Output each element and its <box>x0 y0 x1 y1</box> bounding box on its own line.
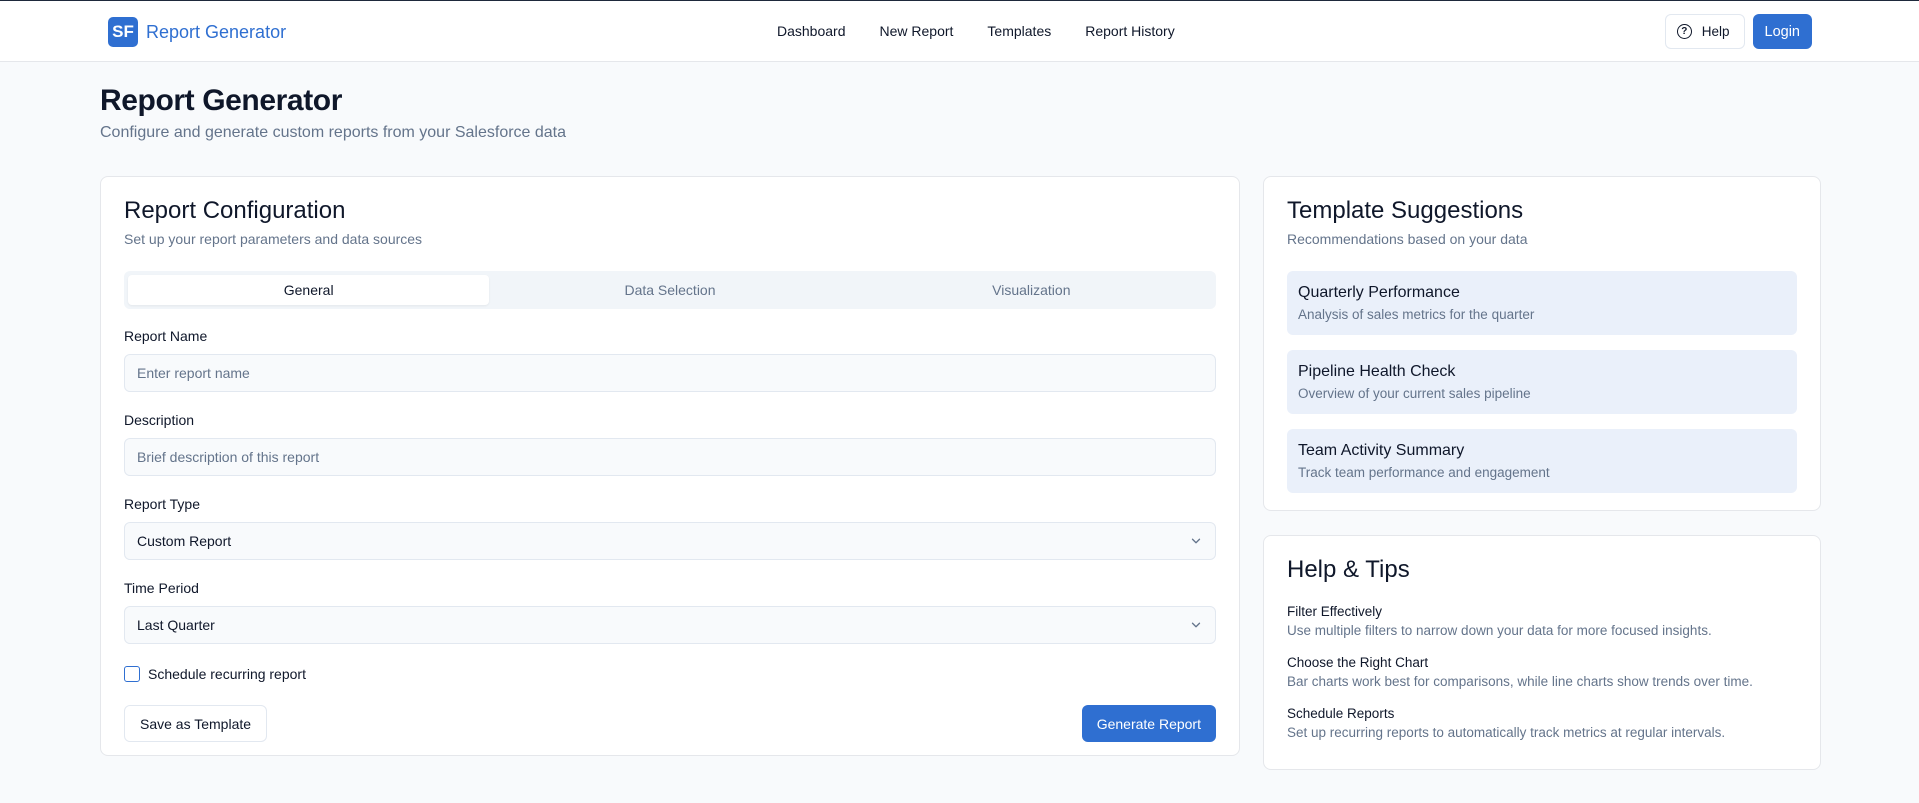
time-period-select[interactable]: Last Quarter <box>124 606 1216 644</box>
help-tips-card: Help & Tips Filter Effectively Use multi… <box>1263 535 1821 770</box>
nav-new-report[interactable]: New Report <box>880 23 954 39</box>
tip-text: Use multiple filters to narrow down your… <box>1287 623 1712 638</box>
config-tabs: General Data Selection Visualization <box>124 271 1216 309</box>
page-subtitle: Configure and generate custom reports fr… <box>100 124 567 141</box>
tip-text: Bar charts work best for comparisons, wh… <box>1287 674 1753 689</box>
tab-general[interactable]: General <box>128 275 490 305</box>
nav-templates[interactable]: Templates <box>987 23 1051 39</box>
tip-text: Set up recurring reports to automaticall… <box>1287 725 1726 740</box>
template-desc: Overview of your current sales pipeline <box>1298 386 1531 401</box>
page-title: Report Generator <box>100 84 342 117</box>
templates-title: Template Suggestions <box>1287 197 1524 224</box>
template-suggestions-card: Template Suggestions Recommendations bas… <box>1263 176 1821 511</box>
description-label: Description <box>124 412 195 428</box>
nav-dashboard[interactable]: Dashboard <box>777 23 846 39</box>
config-title: Report Configuration <box>124 197 346 224</box>
question-circle-icon: ? <box>1676 24 1692 39</box>
schedule-row: Schedule recurring report <box>124 666 1216 682</box>
time-period-value: Last Quarter <box>137 617 215 633</box>
template-team-activity-summary[interactable]: Team Activity Summary Track team perform… <box>1287 429 1797 493</box>
report-type-value: Custom Report <box>137 533 232 549</box>
report-name-label: Report Name <box>124 328 208 344</box>
tip-item: Choose the Right Chart Bar charts work b… <box>1287 655 1797 689</box>
templates-description: Recommendations based on your data <box>1287 231 1528 247</box>
template-list: Quarterly Performance Analysis of sales … <box>1287 271 1797 493</box>
login-button[interactable]: Login <box>1752 14 1812 49</box>
time-period-label: Time Period <box>124 580 199 596</box>
config-description: Set up your report parameters and data s… <box>124 231 423 247</box>
template-desc: Track team performance and engagement <box>1298 465 1550 480</box>
tip-item: Filter Effectively Use multiple filters … <box>1287 604 1797 638</box>
brand-logo: SF <box>108 17 138 47</box>
tip-title: Schedule Reports <box>1287 706 1395 721</box>
report-configuration-card: Report Configuration Set up your report … <box>100 176 1240 756</box>
tab-data-selection[interactable]: Data Selection <box>489 275 850 305</box>
help-button[interactable]: ? Help <box>1664 14 1745 49</box>
tip-title: Filter Effectively <box>1287 604 1383 619</box>
template-name: Team Activity Summary <box>1298 442 1465 459</box>
brand-name: Report Generator <box>146 21 287 42</box>
chevron-down-icon <box>1191 538 1201 544</box>
template-name: Quarterly Performance <box>1298 284 1460 301</box>
save-as-template-button[interactable]: Save as Template <box>124 705 268 742</box>
description-input[interactable] <box>124 438 1216 476</box>
header-actions: ? Help Login <box>1664 14 1812 49</box>
nav-report-history[interactable]: Report History <box>1085 23 1174 39</box>
help-button-label: Help <box>1701 24 1730 39</box>
template-desc: Analysis of sales metrics for the quarte… <box>1298 307 1535 322</box>
report-type-select[interactable]: Custom Report <box>124 522 1216 560</box>
main-nav: Dashboard New Report Templates Report Hi… <box>777 23 1175 39</box>
report-name-input[interactable] <box>124 354 1216 392</box>
tip-title: Choose the Right Chart <box>1287 655 1429 670</box>
template-pipeline-health-check[interactable]: Pipeline Health Check Overview of your c… <box>1287 350 1797 414</box>
brand[interactable]: SF Report Generator <box>108 17 286 47</box>
template-name: Pipeline Health Check <box>1298 363 1456 380</box>
form-actions: Save as Template Generate Report <box>124 705 1216 742</box>
tips-list: Filter Effectively Use multiple filters … <box>1287 604 1797 740</box>
help-title: Help & Tips <box>1287 556 1410 583</box>
chevron-down-icon <box>1191 622 1201 628</box>
template-quarterly-performance[interactable]: Quarterly Performance Analysis of sales … <box>1287 271 1797 335</box>
generate-report-button[interactable]: Generate Report <box>1081 705 1216 742</box>
tip-item: Schedule Reports Set up recurring report… <box>1287 706 1797 740</box>
report-type-label: Report Type <box>124 496 201 512</box>
top-navbar: SF Report Generator Dashboard New Report… <box>0 1 1919 62</box>
schedule-label[interactable]: Schedule recurring report <box>148 666 306 682</box>
schedule-checkbox[interactable] <box>124 666 140 682</box>
tab-visualization[interactable]: Visualization <box>851 275 1212 305</box>
